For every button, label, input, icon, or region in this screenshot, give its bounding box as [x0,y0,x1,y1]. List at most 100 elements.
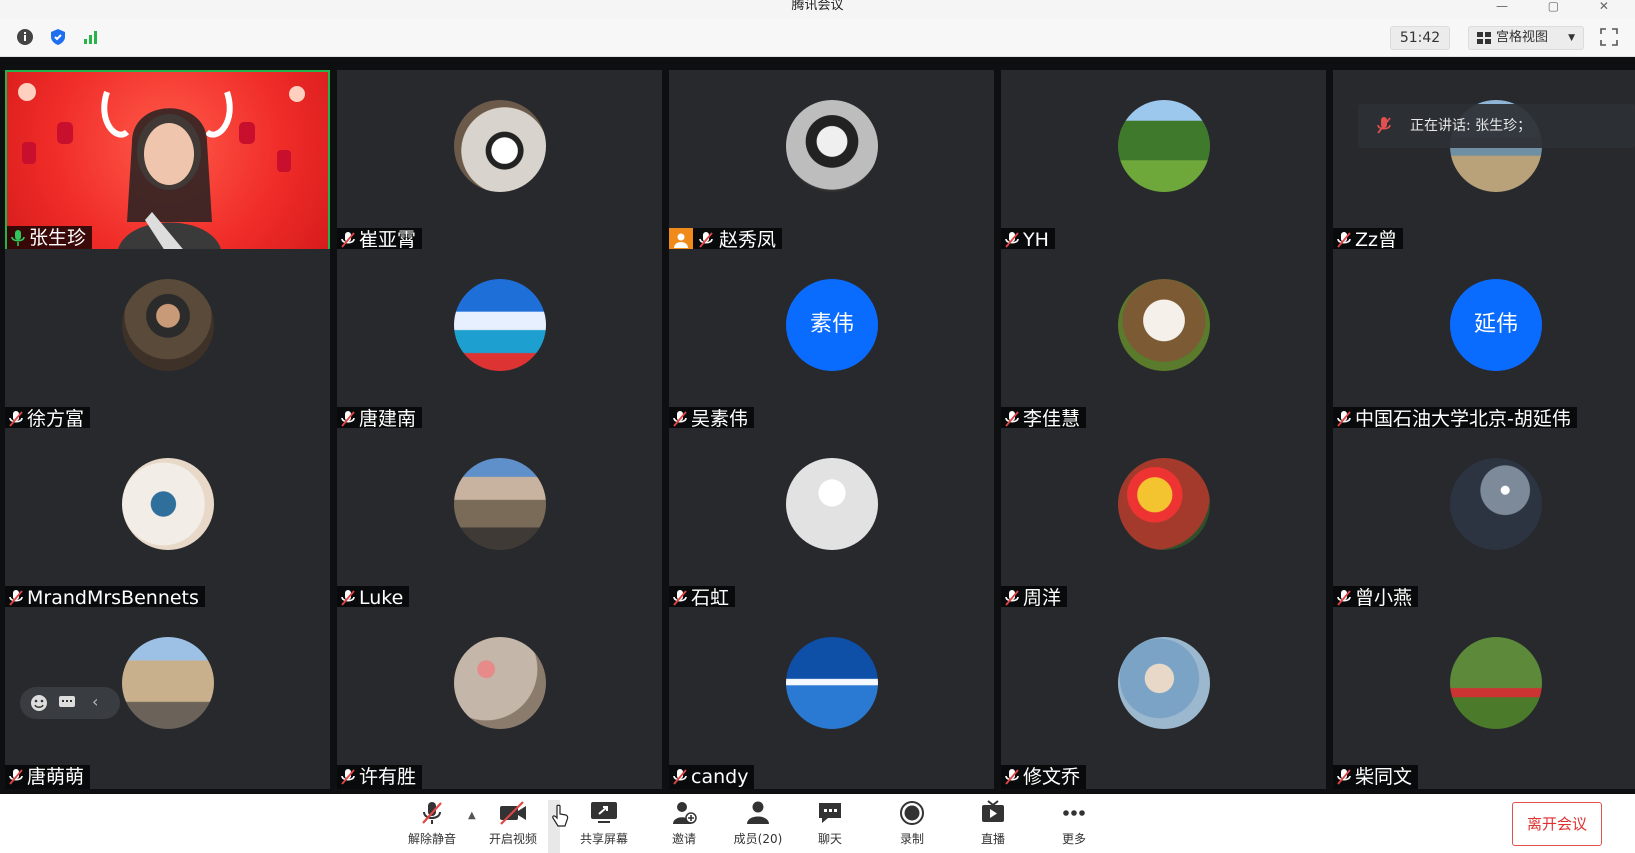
avatar [786,637,878,729]
participant-name: 曾小燕 [1355,587,1413,609]
collapse-chevron-icon[interactable]: ‹ [92,692,98,711]
avatar [1118,100,1210,192]
muted-mic-icon [9,769,23,785]
unmute-button[interactable]: 解除静音 [400,800,464,850]
participant-tile[interactable]: 石虹 [669,428,994,610]
participant-name: 许有胜 [359,766,417,788]
participant-tile[interactable]: 柴同文 [1333,607,1635,789]
muted-mic-icon [1005,411,1019,427]
top-toolbar: 51:42 宫格视图 ▼ [0,18,1635,57]
muted-mic-icon [422,802,442,824]
signal-icon[interactable] [82,28,100,46]
muted-mic-icon [1337,232,1351,248]
chevron-down-icon: ▼ [1568,33,1575,43]
avatar [1450,458,1542,550]
muted-mic-icon [341,590,355,606]
participant-tile[interactable]: 唐建南 [337,249,662,431]
participant-tile[interactable]: 张生珍 [5,70,330,252]
view-mode-dropdown[interactable]: 宫格视图 ▼ [1468,26,1584,50]
avatar [454,637,546,729]
floating-controls[interactable]: ‹ [20,687,120,719]
participant-name: Luke [359,587,404,609]
hand-cursor-icon [552,804,569,827]
share-screen-button[interactable]: 共享屏幕 [572,800,636,850]
participant-nametag: candy [669,765,755,789]
share-screen-icon [591,802,617,823]
participant-tile[interactable]: Zz曾 [1333,70,1635,252]
avatar [1118,279,1210,371]
participant-tile[interactable]: 赵秀凤 [669,70,994,252]
muted-mic-icon [341,769,355,785]
self-video-feed [7,72,328,250]
window-controls[interactable]: — ▢ ✕ [1496,0,1627,12]
avatar [1118,458,1210,550]
participant-tile[interactable]: 曾小燕 [1333,428,1635,610]
start-video-button[interactable]: 开启视频 [481,800,545,850]
participant-name: MrandMrsBennets [27,587,199,609]
participant-tile[interactable]: 修文乔 [1001,607,1326,789]
participant-grid: 张生珍 崔亚霄 赵秀凤 YH Zz曾徐方富 唐建南 素伟 吴素伟 李佳慧 延伟 中国石油大学北京-胡… [5,70,1635,794]
avatar [122,279,214,371]
fullscreen-icon[interactable] [1600,28,1618,46]
avatar [786,458,878,550]
shield-icon[interactable] [49,28,67,46]
leave-meeting-button[interactable]: 离开会议 [1512,802,1602,846]
live-label: 直播 [980,832,1005,846]
participant-tile[interactable]: 素伟 吴素伟 [669,249,994,431]
muted-mic-icon [699,232,713,248]
grid-icon [1477,32,1491,44]
muted-mic-icon [1005,769,1019,785]
participant-name: YH [1023,229,1049,251]
invite-button[interactable]: 邀请 [652,800,716,850]
avatar [454,279,546,371]
window-title: 腾讯会议 [791,0,844,13]
participant-nametag: 柴同文 [1333,765,1419,789]
participant-tile[interactable]: Luke [337,428,662,610]
live-button[interactable]: 直播 [961,800,1025,850]
invite-icon [673,802,697,824]
participant-name: 周洋 [1023,587,1062,609]
video-off-icon [500,801,526,825]
participant-name: 崔亚霄 [359,229,417,251]
avatar [786,100,878,192]
muted-mic-icon [673,590,687,606]
participant-nametag: 修文乔 [1001,765,1087,789]
muted-mic-icon [9,590,23,606]
chat-bubble-icon[interactable] [58,695,76,711]
muted-mic-icon [1337,590,1351,606]
record-icon [900,801,924,825]
more-button[interactable]: 更多 [1042,800,1106,850]
more-icon [1063,810,1085,816]
muted-mic-icon [9,411,23,427]
participant-tile[interactable]: 许有胜 [337,607,662,789]
muted-mic-icon [1377,117,1391,134]
participant-tile[interactable]: 周洋 [1001,428,1326,610]
info-icon[interactable] [16,28,34,46]
participant-tile[interactable]: candy [669,607,994,789]
participant-tile[interactable]: YH [1001,70,1326,252]
muted-mic-icon [341,411,355,427]
invite-label: 邀请 [671,832,696,846]
chat-button[interactable]: 聊天 [798,800,862,850]
emoji-icon[interactable] [30,694,48,712]
participant-tile[interactable]: 李佳慧 [1001,249,1326,431]
muted-mic-icon [1005,590,1019,606]
record-label: 录制 [899,832,924,846]
audio-options-caret-icon[interactable]: ▲ [468,810,476,821]
participant-tile[interactable]: 崔亚霄 [337,70,662,252]
avatar [454,100,546,192]
participant-name: 徐方富 [27,408,85,430]
members-button[interactable]: 成员(20) [726,800,790,850]
avatar [454,458,546,550]
muted-mic-icon [1337,769,1351,785]
participant-nametag: 张生珍 [7,226,93,250]
participant-name: 张生珍 [29,227,87,249]
chat-label: 聊天 [817,832,842,846]
participant-name: 唐萌萌 [27,766,85,788]
participant-tile[interactable]: MrandMrsBennets [5,428,330,610]
live-icon [982,800,1004,822]
participant-tile[interactable]: 徐方富 [5,249,330,431]
record-button[interactable]: 录制 [880,800,944,850]
avatar [1450,637,1542,729]
participant-tile[interactable]: 延伟 中国石油大学北京-胡延伟 [1333,249,1635,431]
